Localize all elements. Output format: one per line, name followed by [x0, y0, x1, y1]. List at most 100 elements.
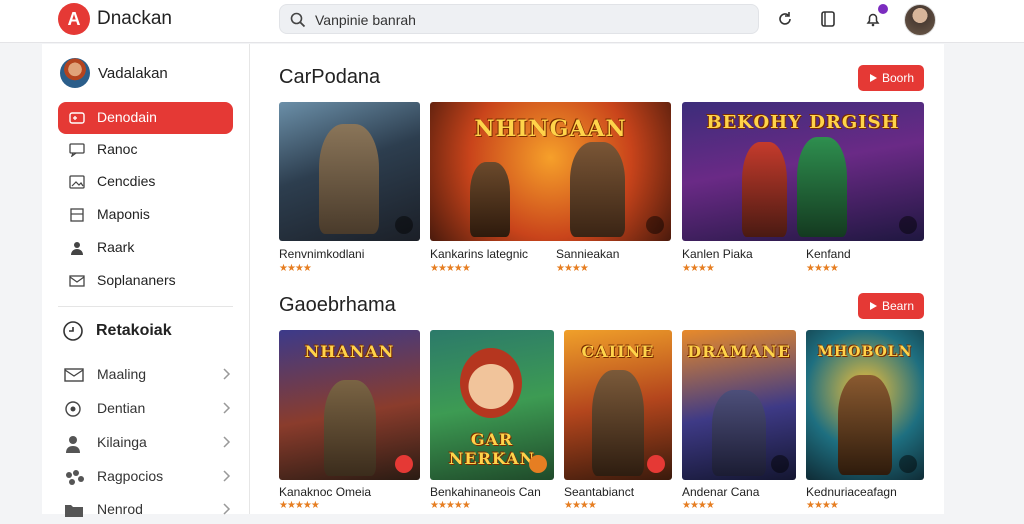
sidebar-subitem-label: Dentian — [97, 400, 146, 416]
play-icon[interactable] — [529, 455, 547, 473]
thumbnail-title: MHOBOLN — [817, 344, 913, 360]
sidebar-subitem-label: Maaling — [97, 366, 147, 382]
game-rating: ★★★★★ — [430, 500, 471, 511]
game-title: Seantabianct — [564, 485, 635, 499]
search-bar[interactable] — [279, 4, 759, 34]
sidebar-subitem-kilainga[interactable]: Kilainga — [64, 429, 232, 457]
user-name: Vadalakan — [98, 65, 168, 82]
sidebar-item-label: Cencdies — [97, 173, 156, 189]
sidebar-item-label: Soplananers — [97, 272, 176, 288]
user-icon — [66, 436, 80, 453]
user-avatar — [60, 58, 90, 88]
group-icon — [66, 470, 84, 485]
play-icon[interactable] — [395, 216, 413, 234]
game-title: Sannieakan — [556, 247, 620, 261]
game-rating: ★★★★ — [279, 263, 312, 274]
book-icon — [70, 208, 84, 222]
game-title: Kankarins lategnic — [430, 247, 529, 261]
section-action-label: Boorh — [881, 71, 915, 85]
chevron-right-icon — [223, 436, 231, 448]
sidebar-item-label: Denodain — [97, 109, 157, 125]
top-bar: A Dnackan — [0, 0, 1024, 43]
game-title: Benkahinaneois Can — [430, 485, 541, 499]
sidebar-subitem-ragpocios[interactable]: Ragpocios — [64, 463, 232, 491]
sidebar-subitem-nenrod[interactable]: Nenrod — [64, 496, 232, 524]
badge-icon — [65, 401, 81, 417]
sidebar-item-raark[interactable]: Raark — [58, 232, 233, 264]
sidebar-item-ranoc[interactable]: Ranoc — [58, 134, 233, 166]
game-title: Andenar Cana — [682, 485, 760, 499]
sidebar-item-cencdies[interactable]: Cencdies — [58, 166, 233, 198]
image-icon — [69, 175, 85, 189]
thumbnail-title: DRAMANE — [687, 342, 791, 361]
play-icon[interactable] — [395, 455, 413, 473]
game-rating: ★★★★ — [806, 263, 839, 274]
sidebar: Vadalakan Denodain Ranoc Cencdies Maponi… — [42, 44, 250, 517]
play-icon — [869, 302, 877, 310]
refresh-icon[interactable] — [774, 8, 796, 30]
search-icon — [290, 12, 306, 28]
game-thumbnail[interactable]: BEKOHY DRGISH — [682, 102, 924, 241]
game-thumbnail[interactable]: MHOBOLN — [806, 330, 924, 480]
chevron-right-icon — [223, 402, 231, 414]
sidebar-item-label: Raark — [97, 239, 135, 255]
folder-icon — [65, 505, 83, 517]
gamepad-icon — [69, 112, 85, 124]
profile-avatar[interactable] — [904, 4, 936, 36]
thumbnail-title: BEKOHY DRGISH — [706, 112, 900, 133]
main-content: CarPodana Boorh Renvnimkodlani ★★★★ NHIN… — [250, 44, 944, 514]
game-title: Kanaknoc Omeia — [279, 485, 372, 499]
game-title: Kednuriaceafagn — [806, 485, 897, 499]
sidebar-subitem-dentian[interactable]: Dentian — [64, 395, 232, 423]
sidebar-section-label: Retakoiak — [96, 322, 172, 339]
thumbnail-title: CAIINE — [581, 342, 655, 361]
sidebar-item-denodain[interactable]: Denodain — [58, 102, 233, 134]
search-input[interactable] — [313, 9, 737, 31]
game-title: Kenfand — [806, 247, 851, 261]
library-icon[interactable] — [817, 8, 839, 30]
sidebar-item-maponis[interactable]: Maponis — [58, 199, 233, 231]
section-action-button[interactable]: Bearn — [858, 293, 924, 319]
game-thumbnail[interactable]: GAR NERKAN — [430, 330, 554, 480]
game-rating: ★★★★ — [682, 263, 715, 274]
sidebar-subitem-label: Kilainga — [97, 434, 147, 450]
section-action-label: Bearn — [881, 299, 915, 313]
chat-icon — [69, 143, 85, 157]
game-thumbnail[interactable]: NHINGAAN — [430, 102, 671, 241]
sidebar-subitem-label: Nenrod — [97, 501, 143, 517]
game-thumbnail[interactable]: DRAMANE — [682, 330, 796, 480]
play-icon[interactable] — [899, 455, 917, 473]
sidebar-divider — [58, 306, 233, 307]
app-logo[interactable]: A — [58, 3, 90, 35]
game-thumbnail[interactable]: NHANAN — [279, 330, 420, 480]
mail-icon — [69, 275, 85, 287]
sidebar-subitem-maaling[interactable]: Maaling — [64, 361, 232, 389]
sidebar-item-label: Ranoc — [97, 141, 138, 157]
notification-badge — [878, 4, 888, 14]
right-gutter — [945, 44, 1024, 514]
game-rating: ★★★★★ — [279, 500, 320, 511]
person-icon — [71, 242, 83, 255]
chevron-right-icon — [223, 503, 231, 515]
notifications-icon[interactable] — [862, 4, 888, 30]
section-action-button[interactable]: Boorh — [858, 65, 924, 91]
play-icon[interactable] — [647, 455, 665, 473]
game-rating: ★★★★★ — [430, 263, 471, 274]
play-icon — [869, 74, 877, 82]
play-icon[interactable] — [646, 216, 664, 234]
section-title: Gaoebrhama — [279, 294, 396, 316]
chevron-right-icon — [223, 368, 231, 380]
sidebar-item-soplananers[interactable]: Soplananers — [58, 265, 233, 297]
sidebar-item-label: Maponis — [97, 206, 150, 222]
chevron-right-icon — [223, 470, 231, 482]
app-brand[interactable]: Dnackan — [97, 8, 172, 30]
game-title: Renvnimkodlani — [279, 247, 365, 261]
game-rating: ★★★★ — [564, 500, 597, 511]
game-title: Kanlen Piaka — [682, 247, 753, 261]
play-icon[interactable] — [771, 455, 789, 473]
game-rating: ★★★★ — [806, 500, 839, 511]
sidebar-subitem-label: Ragpocios — [97, 468, 164, 484]
play-icon[interactable] — [899, 216, 917, 234]
game-thumbnail[interactable] — [279, 102, 420, 241]
game-thumbnail[interactable]: CAIINE — [564, 330, 672, 480]
